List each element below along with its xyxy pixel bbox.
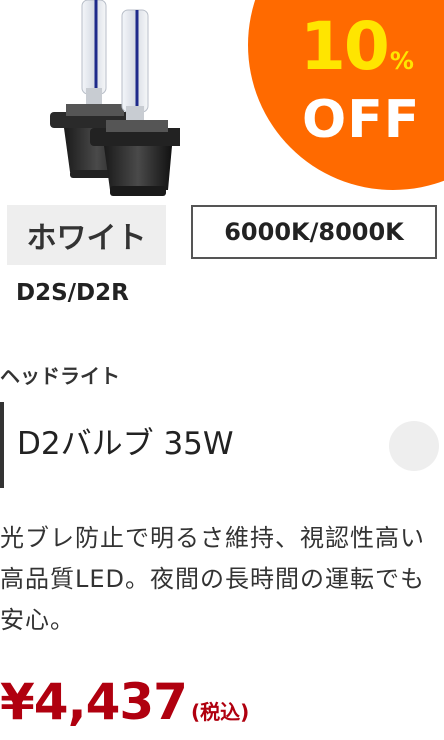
discount-number: 10 bbox=[300, 8, 390, 85]
price-row: ¥4,437 (税込) bbox=[0, 670, 249, 734]
socket-label: D2S/D2R bbox=[16, 280, 129, 306]
title-accent-bar bbox=[0, 402, 4, 488]
product-description: 光ブレ防止で明るさ維持、視認性高い高品質LED。夜間の長時間の運転でも安心。 bbox=[0, 524, 426, 634]
product-card: 10% OFF ホワイト 6000K/8000K D2S/D2R ヘッドライト … bbox=[0, 0, 444, 740]
product-title[interactable]: D2バルブ 35W bbox=[17, 424, 234, 464]
color-chip: ホワイト bbox=[7, 205, 166, 265]
favorite-circle-icon[interactable] bbox=[389, 421, 439, 471]
tax-note: (税込) bbox=[190, 700, 250, 724]
discount-off-label: OFF bbox=[302, 90, 421, 150]
discount-percent: % bbox=[389, 47, 414, 75]
price-value: ¥4,437 bbox=[0, 673, 188, 731]
product-category: ヘッドライト bbox=[0, 364, 120, 388]
temperature-chip: 6000K/8000K bbox=[191, 205, 437, 259]
discount-amount: 10% bbox=[300, 14, 414, 80]
title-row: D2バルブ 35W bbox=[0, 402, 444, 488]
hid-bulb-pair-icon bbox=[50, 0, 180, 196]
